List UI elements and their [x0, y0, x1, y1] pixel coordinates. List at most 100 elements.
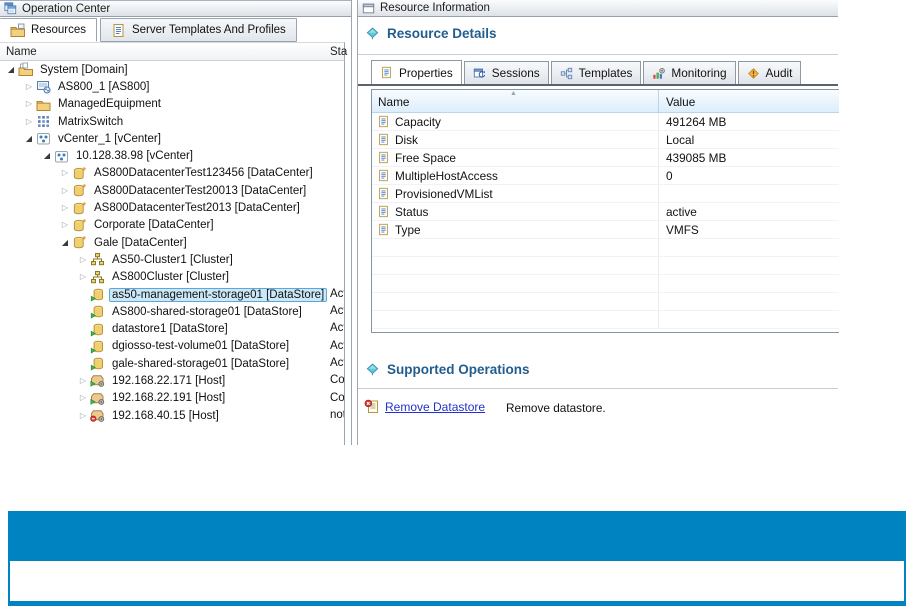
tree-item-as800cluster-cluster[interactable]: ▷AS800Cluster [Cluster]	[0, 269, 344, 286]
properties-doc-icon	[380, 66, 393, 79]
property-row-multiplehostaccess[interactable]: MultipleHostAccess0	[372, 167, 839, 185]
tree-item-as800datacentertest20013-datacenter[interactable]: ▷AS800DatacenterTest20013 [DataCenter]	[0, 182, 344, 199]
tree-item-system-domain[interactable]: ◢System [Domain]	[0, 61, 344, 78]
tree-item-as50-management-storage01-datastore[interactable]: as50-management-storage01 [DataStore]Act	[0, 286, 344, 303]
tree-item-status: Act	[330, 305, 345, 317]
expander-collapsed-icon[interactable]: ▷	[76, 253, 90, 267]
tab-sessions[interactable]: Sessions	[464, 61, 549, 84]
expander-expanded-icon[interactable]: ◢	[22, 132, 36, 146]
tree-item-vcenter-1-vcenter[interactable]: ◢vCenter_1 [vCenter]	[0, 130, 344, 147]
tree-item-gale-datacenter[interactable]: ◢ Gale [DataCenter]	[0, 234, 344, 251]
property-doc-icon	[377, 133, 390, 146]
resource-tree: ◢System [Domain]▷AS800_1 [AS800]▷Managed…	[0, 61, 345, 445]
property-value: active	[666, 205, 697, 219]
property-doc-icon	[377, 169, 390, 182]
table-column-name[interactable]: Name	[378, 95, 409, 109]
expander-collapsed-icon[interactable]: ▷	[58, 218, 72, 232]
tree-item-as50-cluster1-cluster[interactable]: ▷AS50-Cluster1 [Cluster]	[0, 251, 344, 268]
tree-item-192-168-40-15-host[interactable]: ▷192.168.40.15 [Host]not	[0, 407, 344, 424]
property-row-free-space[interactable]: Free Space439085 MB	[372, 149, 839, 167]
details-tab-bar: PropertiesSessions Templates Monitoring Aud…	[358, 61, 838, 86]
expander-collapsed-icon[interactable]: ▷	[58, 201, 72, 215]
expander-expanded-icon[interactable]: ◢	[40, 149, 54, 163]
property-value: Local	[666, 133, 694, 147]
expander-collapsed-icon[interactable]: ▷	[58, 184, 72, 198]
tree-item-gale-shared-storage01-datastore[interactable]: gale-shared-storage01 [DataStore] Act	[0, 355, 344, 372]
tree-item-label: 10.128.38.98 [vCenter]	[73, 149, 196, 163]
tab-label: Templates	[579, 66, 633, 80]
tree-item-matrixswitch[interactable]: ▷ MatrixSwitch	[0, 113, 344, 130]
tree-item-datastore1-datastore[interactable]: datastore1 [DataStore] Act	[0, 320, 344, 337]
tab-monitoring[interactable]: Monitoring	[643, 61, 735, 84]
tree-item-as800-shared-storage01-datastore[interactable]: AS800-shared-storage01 [DataStore]Act	[0, 303, 344, 320]
tab-templates[interactable]: Templates	[551, 61, 642, 84]
tree-item-corporate-datacenter[interactable]: ▷Corporate [DataCenter]	[0, 217, 344, 234]
tree-item-as800-1-as800[interactable]: ▷AS800_1 [AS800]	[0, 78, 344, 95]
operation-description: Remove datastore.	[506, 401, 606, 415]
property-value: 439085 MB	[666, 151, 726, 165]
tree-item-as800datacentertest2013-datacenter[interactable]: ▷AS800DatacenterTest2013 [DataCenter]	[0, 199, 344, 216]
tab-properties[interactable]: Properties	[371, 60, 462, 84]
property-doc-icon	[377, 223, 390, 236]
property-row-empty	[372, 257, 839, 275]
tree-item-managedequipment[interactable]: ▷ManagedEquipment	[0, 96, 344, 113]
tree-item-label: datastore1 [DataStore]	[109, 322, 231, 336]
property-row-disk[interactable]: Disk Local	[372, 131, 839, 149]
tab-resources[interactable]: Resources	[0, 18, 97, 42]
bottom-banner-bar	[8, 511, 906, 561]
property-value: 491264 MB	[666, 115, 726, 129]
expander-collapsed-icon[interactable]: ▷	[22, 115, 36, 129]
datastore-icon	[90, 356, 105, 371]
tab-label: Resources	[31, 24, 86, 36]
right-view-titlebar: Resource Information	[358, 0, 838, 17]
resources-view: Operation Center ResourcesServer Templat…	[0, 0, 352, 445]
properties-table-header: ▲ Name Value	[372, 90, 839, 113]
expander-collapsed-icon[interactable]: ▷	[22, 97, 36, 111]
bottom-banner-panel	[8, 561, 906, 606]
property-name: Disk	[395, 133, 418, 147]
tab-server-templates-and-profiles[interactable]: Server Templates And Profiles	[100, 18, 297, 42]
tree-item-label: 192.168.22.191 [Host]	[109, 391, 228, 405]
properties-table: ▲ Name Value Capacity491264 MB Disk Local F…	[371, 89, 839, 333]
property-doc-icon	[377, 187, 390, 200]
tree-item-192-168-22-171-host[interactable]: ▷192.168.22.171 [Host]Cor	[0, 372, 344, 389]
column-header-name[interactable]: Name	[6, 46, 37, 58]
expander-collapsed-icon[interactable]: ▷	[22, 80, 36, 94]
tree-item-10-128-38-98-vcenter[interactable]: ◢ 10.128.38.98 [vCenter]	[0, 147, 344, 164]
tree-item-status: Act	[330, 357, 345, 369]
expander-collapsed-icon[interactable]: ▷	[76, 391, 90, 405]
tab-label: Server Templates And Profiles	[132, 24, 286, 36]
expander-expanded-icon[interactable]: ◢	[58, 236, 72, 250]
expander-collapsed-icon[interactable]: ▷	[58, 166, 72, 180]
sessions-icon	[473, 67, 486, 80]
tree-item-192-168-22-191-host[interactable]: ▷192.168.22.191 [Host]Cor	[0, 390, 344, 407]
tree-item-as800datacentertest123456-datacenter[interactable]: ▷AS800DatacenterTest123456 [DataCenter]	[0, 165, 344, 182]
tree-item-status: Act	[330, 340, 345, 352]
expander-collapsed-icon[interactable]: ▷	[76, 409, 90, 423]
tree-item-label: MatrixSwitch	[55, 115, 126, 129]
supported-operations-title: Supported Operations	[387, 362, 530, 377]
property-row-status[interactable]: Statusactive	[372, 203, 839, 221]
expander-collapsed-icon[interactable]: ▷	[76, 270, 90, 284]
remove-datastore-icon	[364, 399, 379, 414]
tab-label: Audit	[766, 66, 793, 80]
tree-item-status: Act	[330, 322, 345, 334]
tab-audit[interactable]: Audit	[738, 61, 802, 84]
tree-item-label: gale-shared-storage01 [DataStore]	[109, 357, 292, 371]
property-row-empty	[372, 293, 839, 311]
remove-datastore-link[interactable]: Remove Datastore	[385, 400, 485, 414]
datacenter-icon	[72, 235, 87, 250]
expander-expanded-icon[interactable]: ◢	[4, 63, 18, 77]
tree-item-dgiosso-test-volume01-datastore[interactable]: dgiosso-test-volume01 [DataStore]Act	[0, 338, 344, 355]
table-column-value[interactable]: Value	[666, 95, 695, 109]
resource-details-title: Resource Details	[387, 26, 497, 41]
left-tab-bar: Resources Server Templates And Profiles	[0, 17, 351, 42]
expander-collapsed-icon[interactable]: ▷	[76, 374, 90, 388]
property-row-type[interactable]: TypeVMFS	[372, 221, 839, 239]
tree-item-label: Gale [DataCenter]	[91, 236, 190, 250]
property-row-provisionedvmlist[interactable]: ProvisionedVMList	[372, 185, 839, 203]
column-header-status[interactable]: Sta	[330, 46, 347, 58]
supported-operations-heading: Supported Operations	[366, 362, 530, 377]
property-row-capacity[interactable]: Capacity491264 MB	[372, 113, 839, 131]
domain-icon	[18, 62, 33, 77]
